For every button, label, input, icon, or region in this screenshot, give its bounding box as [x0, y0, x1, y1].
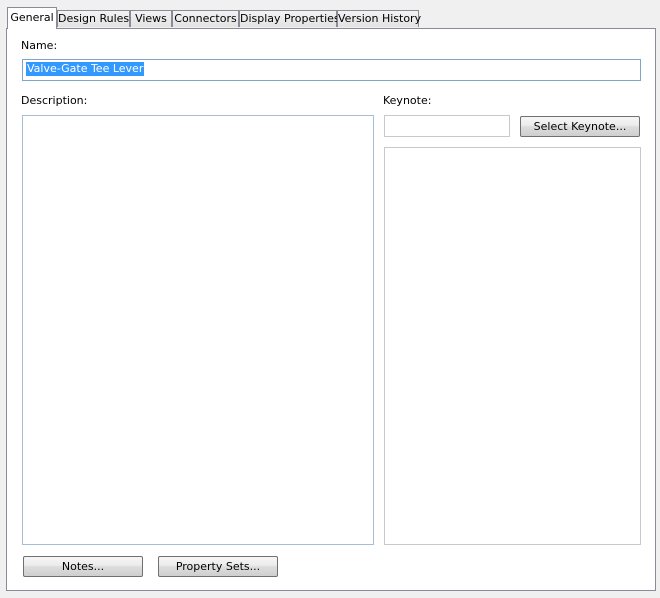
general-tab-panel: Name: Valve-Gate Tee Lever Description: …	[6, 28, 656, 591]
tab-connectors[interactable]: Connectors	[172, 10, 239, 27]
tab-version-history[interactable]: Version History	[337, 10, 421, 27]
description-label: Description:	[21, 94, 88, 107]
name-label: Name:	[21, 39, 58, 52]
name-field-value: Valve-Gate Tee Lever	[26, 62, 145, 76]
tab-display-properties[interactable]: Display Properties	[239, 10, 340, 27]
notes-button[interactable]: Notes...	[23, 556, 143, 577]
tab-design-rules[interactable]: Design Rules	[57, 10, 130, 27]
keynote-label: Keynote:	[383, 94, 432, 107]
tab-views[interactable]: Views	[130, 10, 172, 27]
select-keynote-button[interactable]: Select Keynote...	[520, 116, 640, 137]
style-properties-dialog: General Design Rules Views Connectors Di…	[0, 0, 660, 598]
property-sets-button[interactable]: Property Sets...	[158, 556, 278, 577]
tab-general[interactable]: General	[7, 7, 57, 29]
description-textarea[interactable]	[22, 115, 374, 545]
keynote-field[interactable]	[384, 115, 510, 137]
name-field[interactable]: Valve-Gate Tee Lever	[22, 59, 641, 81]
keynote-description-box	[384, 147, 641, 545]
